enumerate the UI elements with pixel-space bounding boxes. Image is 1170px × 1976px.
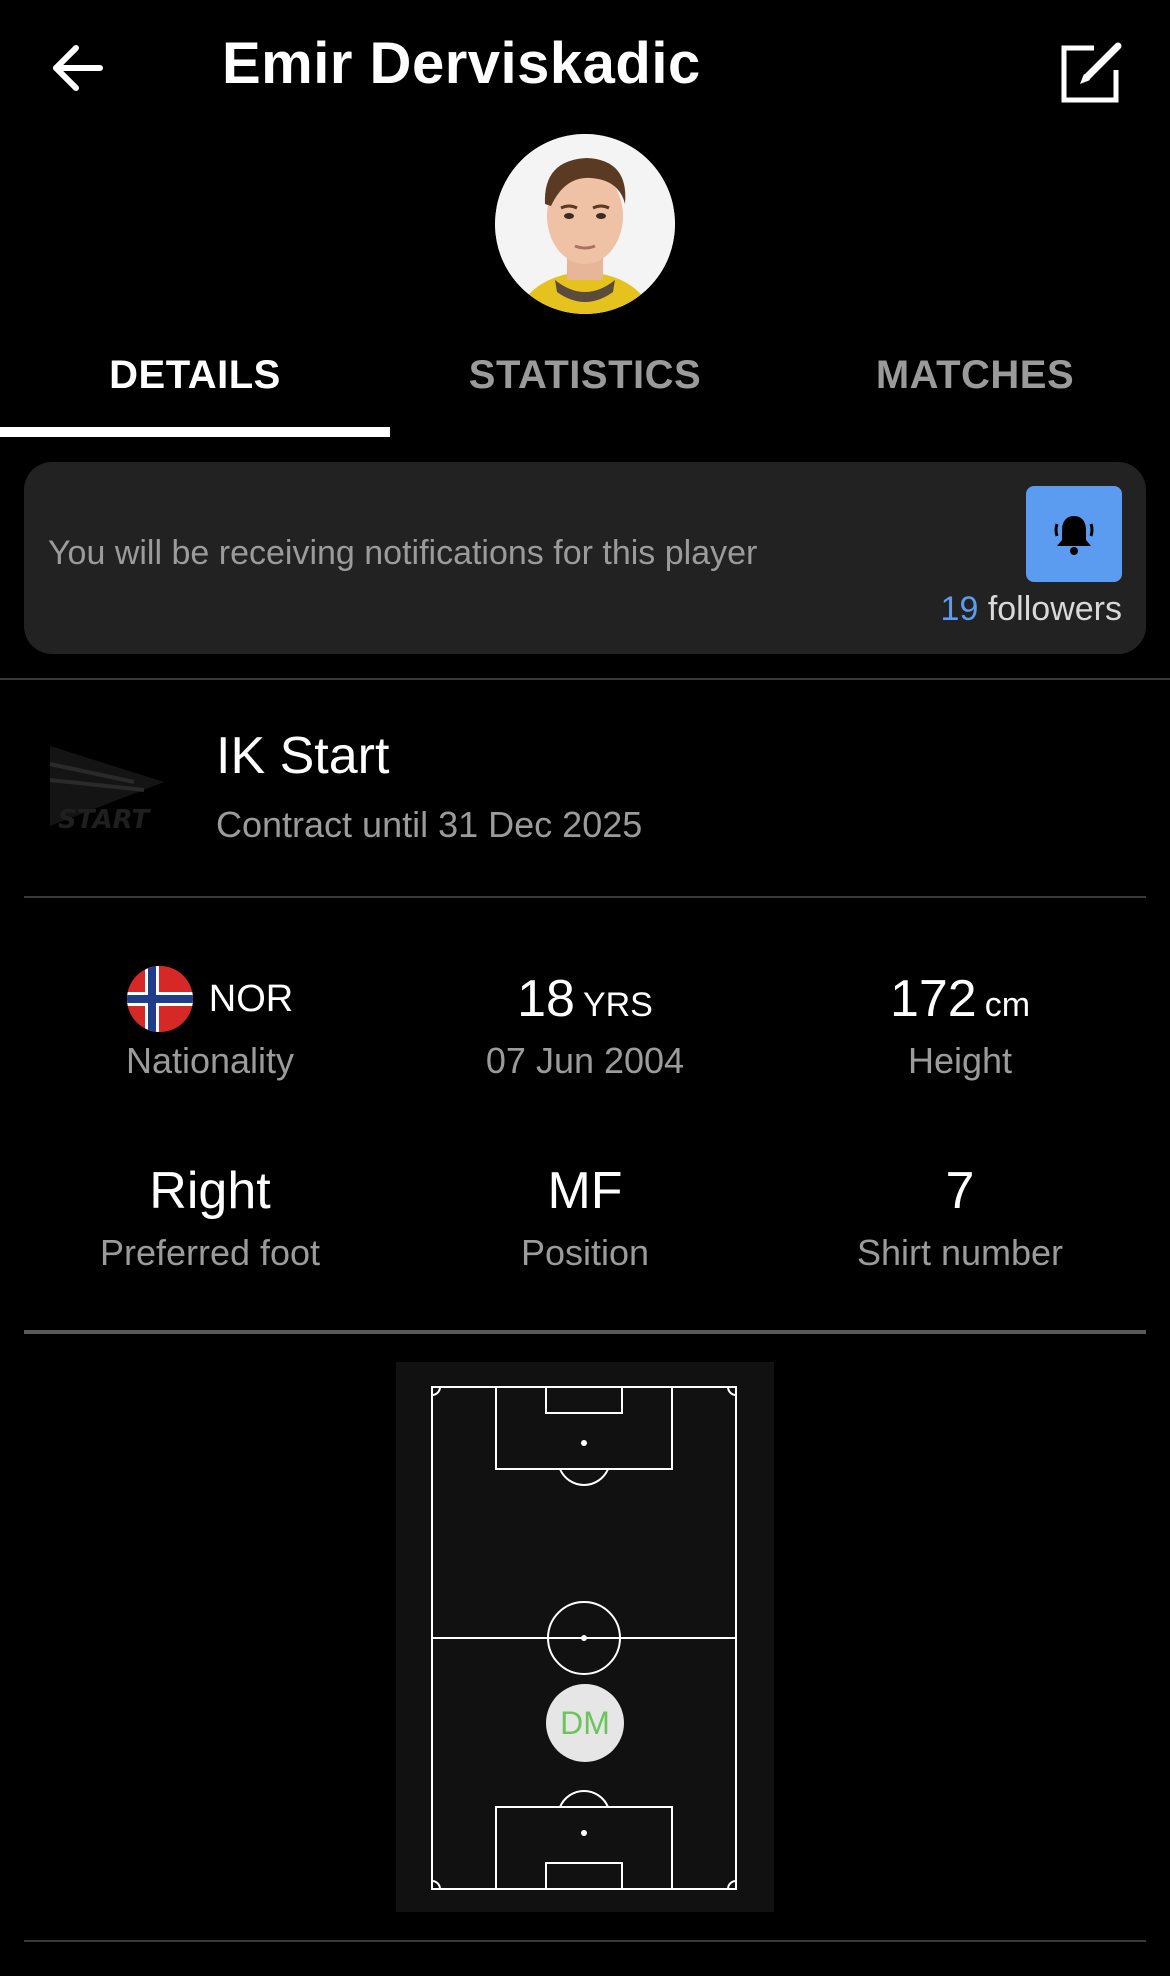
followers-count: 19 followers: [941, 590, 1122, 629]
contract-info: Contract until 31 Dec 2025: [216, 804, 643, 845]
edit-icon: [1061, 42, 1122, 103]
stat-position: MF Position: [397, 1158, 773, 1274]
header: Emir Derviskadic: [0, 0, 1170, 140]
divider: [24, 1940, 1146, 1942]
height-value: 172: [889, 970, 977, 1028]
tab-bar: DETAILS STATISTICS MATCHES: [0, 340, 1170, 440]
notification-text: You will be receiving notifications for …: [48, 534, 758, 572]
position-label: Position: [520, 1232, 650, 1273]
back-button[interactable]: [46, 36, 110, 100]
stat-preferred-foot: Right Preferred foot: [22, 1158, 398, 1274]
divider: [24, 896, 1146, 898]
birth-date: 07 Jun 2004: [485, 1040, 685, 1081]
shirt-number-label: Shirt number: [856, 1232, 1064, 1273]
arrow-left-icon: [53, 45, 103, 91]
tab-statistics[interactable]: STATISTICS: [390, 340, 780, 410]
divider: [0, 678, 1170, 680]
nationality-code: NOR: [208, 978, 294, 1020]
divider: [24, 1330, 1146, 1334]
position-pitch: DM: [396, 1362, 774, 1912]
shirt-number-value: 7: [945, 1162, 975, 1220]
notification-card: You will be receiving notifications for …: [24, 462, 1146, 654]
bell-icon: [1054, 516, 1094, 555]
age-value: 18: [517, 970, 575, 1028]
player-avatar: [495, 134, 675, 314]
club-name[interactable]: IK Start: [216, 726, 389, 786]
height-label: Height: [907, 1040, 1013, 1081]
stat-nationality: NOR Nationality: [22, 966, 398, 1082]
preferred-foot-value: Right: [149, 1162, 271, 1220]
norway-flag-icon: [126, 966, 193, 1032]
pitch-lines: [431, 1386, 737, 1890]
preferred-foot-label: Preferred foot: [99, 1232, 321, 1273]
followers-label: followers: [987, 590, 1122, 628]
position-badge: DM: [546, 1684, 624, 1762]
stat-shirt-number: 7 Shirt number: [772, 1158, 1148, 1274]
tab-details[interactable]: DETAILS: [0, 340, 390, 410]
page-title: Emir Derviskadic: [222, 31, 701, 96]
notification-toggle-button[interactable]: [1026, 486, 1122, 582]
tab-matches[interactable]: MATCHES: [780, 340, 1170, 410]
svg-text:START: START: [58, 805, 151, 835]
position-value: MF: [547, 1162, 623, 1220]
followers-number: 19: [940, 590, 979, 628]
age-unit: YRS: [582, 986, 653, 1024]
nationality-label: Nationality: [125, 1040, 295, 1081]
active-tab-indicator: [0, 427, 390, 437]
stat-age: 18 YRS 07 Jun 2004: [397, 966, 773, 1082]
stat-height: 172 cm Height: [772, 966, 1148, 1082]
club-logo[interactable]: START: [44, 736, 172, 840]
height-unit: cm: [984, 986, 1031, 1024]
edit-button[interactable]: [1056, 36, 1128, 108]
